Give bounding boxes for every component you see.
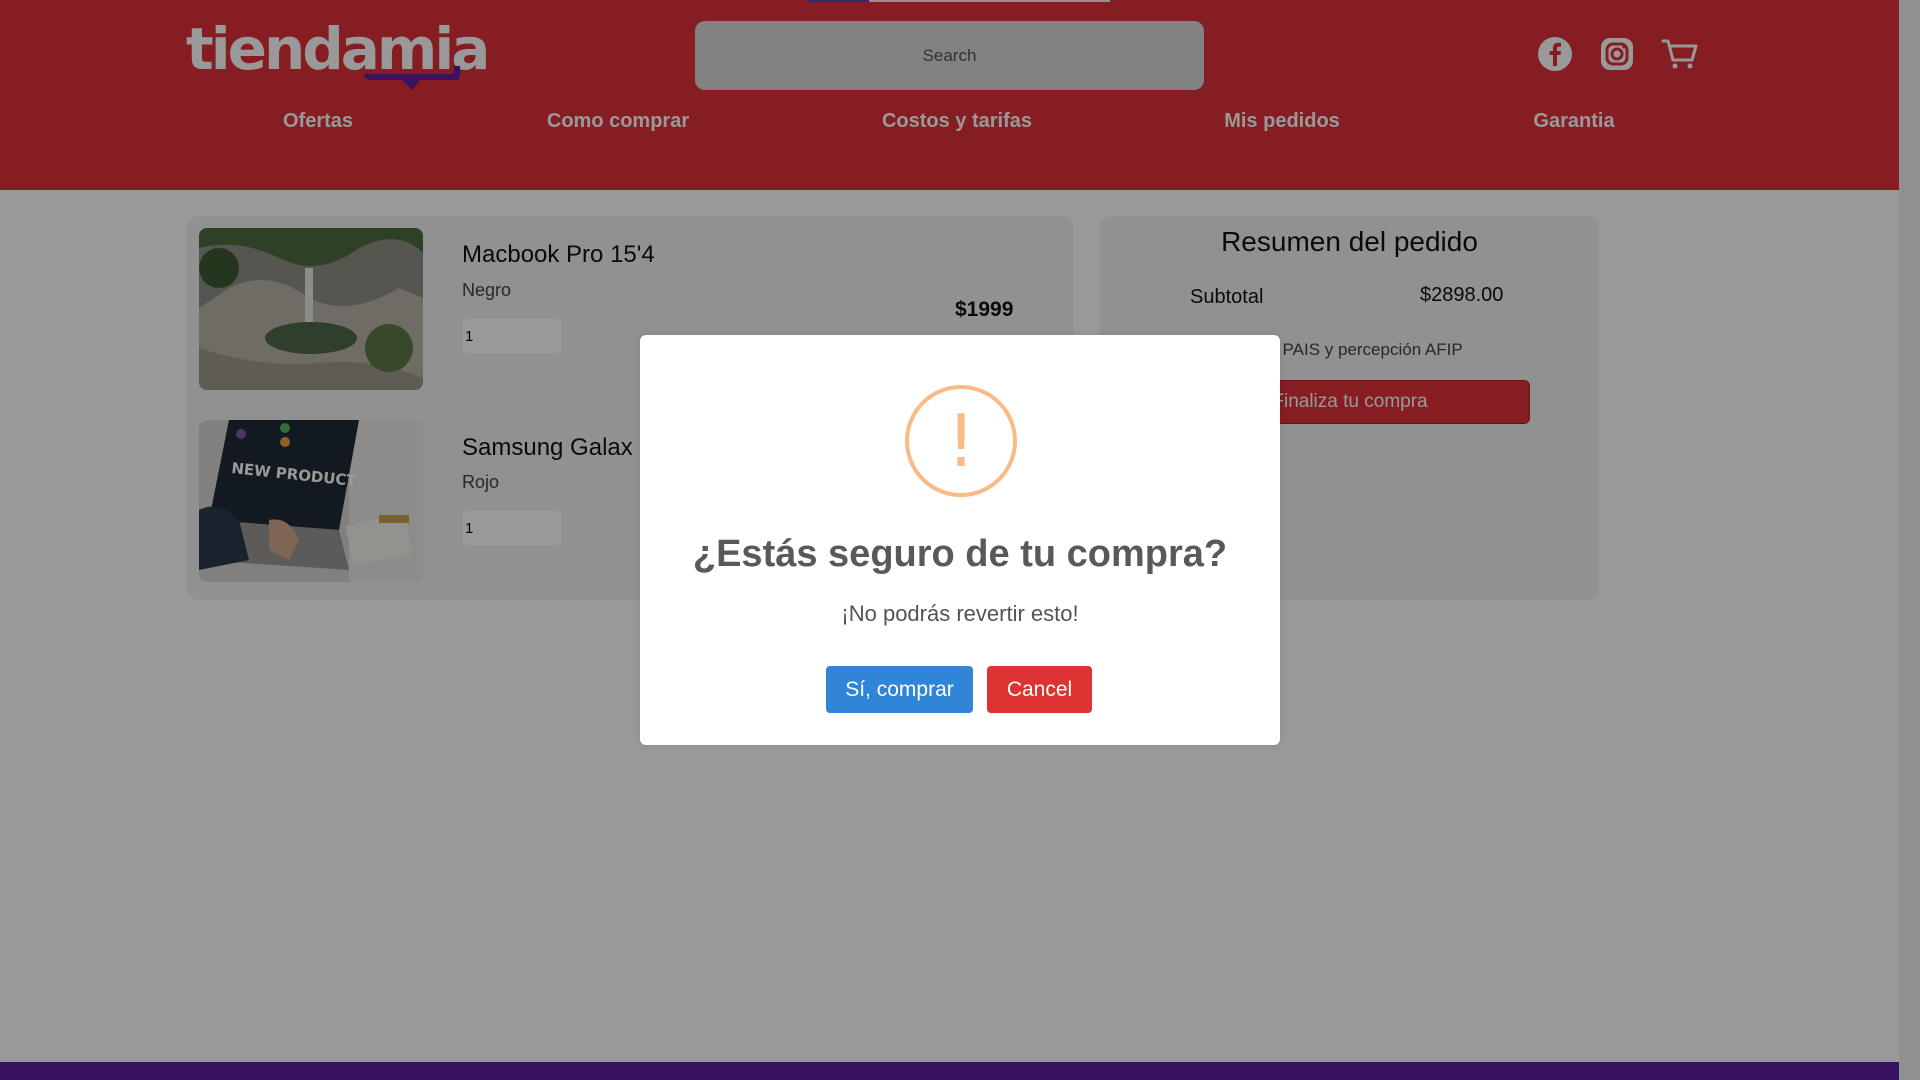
confirm-dialog: ! ¿Estás seguro de tu compra? ¡No podrás… bbox=[640, 335, 1280, 745]
dialog-title: ¿Estás seguro de tu compra? bbox=[692, 533, 1228, 575]
dialog-message: ¡No podrás revertir esto! bbox=[841, 601, 1079, 626]
cancel-button[interactable]: Cancel bbox=[987, 666, 1092, 713]
warning-icon: ! bbox=[905, 385, 1017, 497]
confirm-button[interactable]: Sí, comprar bbox=[826, 666, 973, 713]
